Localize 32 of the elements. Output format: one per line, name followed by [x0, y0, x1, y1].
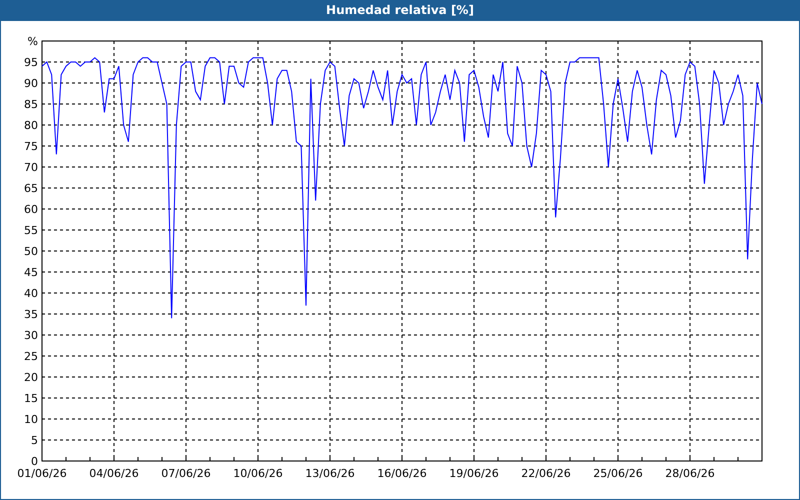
y-tick-label: %	[28, 35, 38, 48]
window-title: Humedad relativa [%]	[326, 3, 474, 17]
x-tick-label: 13/06/26	[305, 467, 355, 480]
y-tick-label: 70	[24, 161, 38, 174]
x-tick-label: 16/06/26	[377, 467, 427, 480]
y-tick-label: 30	[24, 329, 38, 342]
y-tick-label: 0	[31, 455, 38, 468]
x-tick-label: 25/06/26	[593, 467, 643, 480]
x-tick-label: 28/06/26	[665, 467, 715, 480]
y-tick-label: 65	[24, 182, 38, 195]
x-tick-label: 19/06/26	[449, 467, 499, 480]
y-tick-label: 25	[24, 350, 38, 363]
y-tick-label: 95	[24, 56, 38, 69]
y-tick-label: 40	[24, 287, 38, 300]
y-tick-label: 35	[24, 308, 38, 321]
x-tick-label: 04/06/26	[89, 467, 139, 480]
y-tick-label: 60	[24, 203, 38, 216]
x-tick-label: 01/06/26	[17, 467, 67, 480]
y-tick-label: 55	[24, 224, 38, 237]
y-tick-label: 15	[24, 392, 38, 405]
x-tick-label: 10/06/26	[233, 467, 283, 480]
y-tick-label: 20	[24, 371, 38, 384]
y-tick-label: 80	[24, 119, 38, 132]
y-tick-label: 5	[31, 434, 38, 447]
y-tick-label: 50	[24, 245, 38, 258]
y-tick-label: 10	[24, 413, 38, 426]
x-tick-label: 22/06/26	[521, 467, 571, 480]
y-tick-label: 45	[24, 266, 38, 279]
y-tick-label: 85	[24, 98, 38, 111]
x-tick-label: 07/06/26	[161, 467, 211, 480]
y-tick-label: 90	[24, 77, 38, 90]
y-tick-label: 75	[24, 140, 38, 153]
